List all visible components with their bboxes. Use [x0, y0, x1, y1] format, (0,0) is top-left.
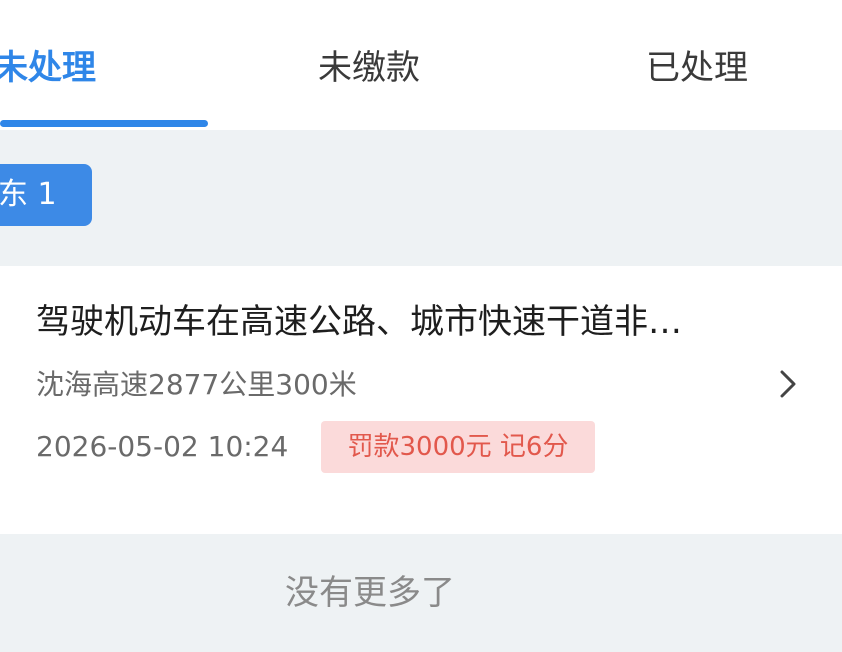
- active-tab-indicator: [0, 120, 208, 127]
- violation-time: 2026-05-02 10:24: [36, 430, 289, 463]
- tab-processed[interactable]: 已处理: [646, 46, 748, 90]
- tab-unprocessed[interactable]: 未处理: [0, 46, 96, 90]
- no-more-text: 没有更多了: [285, 573, 455, 613]
- violation-card[interactable]: 驾驶机动车在高速公路、城市快速干道非… 沈海高速2877公里300米 2026-…: [0, 266, 842, 534]
- penalty-badge: 罚款3000元 记6分: [321, 421, 595, 473]
- filter-chip[interactable]: 东 1: [0, 164, 92, 226]
- violation-title: 驾驶机动车在高速公路、城市快速干道非…: [36, 302, 682, 342]
- tab-unpaid[interactable]: 未缴款: [318, 46, 420, 90]
- chevron-right-icon[interactable]: [776, 366, 800, 402]
- violation-location: 沈海高速2877公里300米: [36, 368, 357, 401]
- tab-bar: 未处理 未缴款 已处理: [0, 0, 842, 130]
